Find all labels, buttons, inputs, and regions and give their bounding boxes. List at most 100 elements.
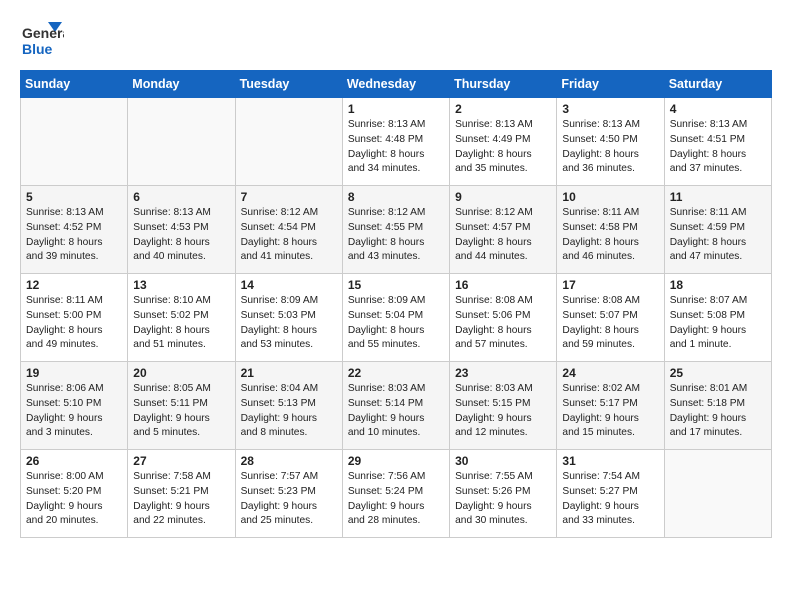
day-number: 28: [241, 454, 337, 468]
calendar-cell: [21, 98, 128, 186]
calendar-cell: 26 Sunrise: 8:00 AM Sunset: 5:20 PM Dayli…: [21, 450, 128, 538]
calendar-cell: 15 Sunrise: 8:09 AM Sunset: 5:04 PM Dayli…: [342, 274, 449, 362]
day-number: 1: [348, 102, 444, 116]
day-info: Sunrise: 8:11 AM Sunset: 5:00 PM Dayligh…: [26, 294, 122, 353]
day-info: Sunrise: 7:54 AM Sunset: 5:27 PM Dayligh…: [562, 470, 658, 529]
day-number: 4: [670, 102, 766, 116]
calendar-cell: 3 Sunrise: 8:13 AM Sunset: 4:50 PM Daylig…: [557, 98, 664, 186]
day-info: Sunrise: 8:10 AM Sunset: 5:02 PM Dayligh…: [133, 294, 229, 353]
day-number: 10: [562, 190, 658, 204]
calendar-cell: 5 Sunrise: 8:13 AM Sunset: 4:52 PM Daylig…: [21, 186, 128, 274]
calendar-cell: 14Sunrise: 8:09 AM Sunset: 5:03 PM Dayli…: [235, 274, 342, 362]
day-number: 29: [348, 454, 444, 468]
day-number: 6: [133, 190, 229, 204]
calendar-cell: [128, 98, 235, 186]
day-info: Sunrise: 8:13 AM Sunset: 4:52 PM Dayligh…: [26, 206, 122, 265]
weekday-header-sunday: Sunday: [21, 71, 128, 98]
day-number: 21: [241, 366, 337, 380]
day-number: 22: [348, 366, 444, 380]
calendar-cell: 24Sunrise: 8:02 AM Sunset: 5:17 PM Dayli…: [557, 362, 664, 450]
day-info: Sunrise: 8:11 AM Sunset: 4:59 PM Dayligh…: [670, 206, 766, 265]
day-number: 18: [670, 278, 766, 292]
calendar-cell: 10 Sunrise: 8:11 AM Sunset: 4:58 PM Dayli…: [557, 186, 664, 274]
day-info: Sunrise: 8:03 AM Sunset: 5:14 PM Dayligh…: [348, 382, 444, 441]
calendar-cell: 8Sunrise: 8:12 AM Sunset: 4:55 PM Daylig…: [342, 186, 449, 274]
day-number: 31: [562, 454, 658, 468]
day-number: 5: [26, 190, 122, 204]
calendar-cell: 12 Sunrise: 8:11 AM Sunset: 5:00 PM Dayli…: [21, 274, 128, 362]
day-info: Sunrise: 7:57 AM Sunset: 5:23 PM Dayligh…: [241, 470, 337, 529]
svg-text:General: General: [22, 25, 64, 41]
day-info: Sunrise: 8:12 AM Sunset: 4:54 PM Dayligh…: [241, 206, 337, 265]
day-number: 12: [26, 278, 122, 292]
day-number: 15: [348, 278, 444, 292]
day-info: Sunrise: 8:12 AM Sunset: 4:57 PM Dayligh…: [455, 206, 551, 265]
calendar-cell: 7 Sunrise: 8:12 AM Sunset: 4:54 PM Daylig…: [235, 186, 342, 274]
day-info: Sunrise: 8:13 AM Sunset: 4:51 PM Dayligh…: [670, 118, 766, 177]
day-number: 23: [455, 366, 551, 380]
day-info: Sunrise: 8:11 AM Sunset: 4:58 PM Dayligh…: [562, 206, 658, 265]
day-info: Sunrise: 8:02 AM Sunset: 5:17 PM Dayligh…: [562, 382, 658, 441]
day-info: Sunrise: 8:13 AM Sunset: 4:48 PM Dayligh…: [348, 118, 444, 177]
day-info: Sunrise: 8:03 AM Sunset: 5:15 PM Dayligh…: [455, 382, 551, 441]
calendar-cell: 23 Sunrise: 8:03 AM Sunset: 5:15 PM Dayli…: [450, 362, 557, 450]
day-number: 27: [133, 454, 229, 468]
calendar-cell: 6Sunrise: 8:13 AM Sunset: 4:53 PM Daylig…: [128, 186, 235, 274]
calendar-cell: [235, 98, 342, 186]
day-info: Sunrise: 8:09 AM Sunset: 5:03 PM Dayligh…: [241, 294, 337, 353]
calendar-cell: 16Sunrise: 8:08 AM Sunset: 5:06 PM Dayli…: [450, 274, 557, 362]
day-number: 8: [348, 190, 444, 204]
day-number: 19: [26, 366, 122, 380]
calendar-cell: 22 Sunrise: 8:03 AM Sunset: 5:14 PM Dayli…: [342, 362, 449, 450]
calendar-cell: 1 Sunrise: 8:13 AM Sunset: 4:48 PM Daylig…: [342, 98, 449, 186]
calendar-week-row: 12 Sunrise: 8:11 AM Sunset: 5:00 PM Dayli…: [21, 274, 772, 362]
day-number: 11: [670, 190, 766, 204]
page: GeneralBlue SundayMondayTuesdayWednesday…: [0, 0, 792, 554]
day-info: Sunrise: 8:00 AM Sunset: 5:20 PM Dayligh…: [26, 470, 122, 529]
calendar-cell: 17 Sunrise: 8:08 AM Sunset: 5:07 PM Dayli…: [557, 274, 664, 362]
calendar-cell: 11 Sunrise: 8:11 AM Sunset: 4:59 PM Dayli…: [664, 186, 771, 274]
calendar-week-row: 5 Sunrise: 8:13 AM Sunset: 4:52 PM Daylig…: [21, 186, 772, 274]
svg-text:Blue: Blue: [22, 41, 53, 57]
calendar-cell: 18Sunrise: 8:07 AM Sunset: 5:08 PM Dayli…: [664, 274, 771, 362]
day-number: 26: [26, 454, 122, 468]
day-number: 2: [455, 102, 551, 116]
day-number: 16: [455, 278, 551, 292]
day-number: 25: [670, 366, 766, 380]
day-info: Sunrise: 8:13 AM Sunset: 4:50 PM Dayligh…: [562, 118, 658, 177]
calendar-cell: 30Sunrise: 7:55 AM Sunset: 5:26 PM Dayli…: [450, 450, 557, 538]
day-info: Sunrise: 7:58 AM Sunset: 5:21 PM Dayligh…: [133, 470, 229, 529]
weekday-header-wednesday: Wednesday: [342, 71, 449, 98]
day-info: Sunrise: 8:08 AM Sunset: 5:07 PM Dayligh…: [562, 294, 658, 353]
day-info: Sunrise: 8:09 AM Sunset: 5:04 PM Dayligh…: [348, 294, 444, 353]
day-info: Sunrise: 7:55 AM Sunset: 5:26 PM Dayligh…: [455, 470, 551, 529]
day-number: 17: [562, 278, 658, 292]
calendar-cell: 28 Sunrise: 7:57 AM Sunset: 5:23 PM Dayli…: [235, 450, 342, 538]
day-number: 9: [455, 190, 551, 204]
calendar-cell: 19 Sunrise: 8:06 AM Sunset: 5:10 PM Dayli…: [21, 362, 128, 450]
day-number: 3: [562, 102, 658, 116]
calendar-cell: 25Sunrise: 8:01 AM Sunset: 5:18 PM Dayli…: [664, 362, 771, 450]
calendar-week-row: 26 Sunrise: 8:00 AM Sunset: 5:20 PM Dayli…: [21, 450, 772, 538]
calendar-cell: 2Sunrise: 8:13 AM Sunset: 4:49 PM Daylig…: [450, 98, 557, 186]
calendar-cell: 13Sunrise: 8:10 AM Sunset: 5:02 PM Dayli…: [128, 274, 235, 362]
header: GeneralBlue: [20, 16, 772, 60]
calendar-cell: 31 Sunrise: 7:54 AM Sunset: 5:27 PM Dayli…: [557, 450, 664, 538]
calendar-cell: 21 Sunrise: 8:04 AM Sunset: 5:13 PM Dayli…: [235, 362, 342, 450]
day-number: 20: [133, 366, 229, 380]
calendar-cell: 29 Sunrise: 7:56 AM Sunset: 5:24 PM Dayli…: [342, 450, 449, 538]
day-info: Sunrise: 8:05 AM Sunset: 5:11 PM Dayligh…: [133, 382, 229, 441]
weekday-header-monday: Monday: [128, 71, 235, 98]
weekday-header-saturday: Saturday: [664, 71, 771, 98]
day-number: 7: [241, 190, 337, 204]
weekday-header-friday: Friday: [557, 71, 664, 98]
calendar-cell: 9 Sunrise: 8:12 AM Sunset: 4:57 PM Daylig…: [450, 186, 557, 274]
calendar-cell: [664, 450, 771, 538]
day-info: Sunrise: 7:56 AM Sunset: 5:24 PM Dayligh…: [348, 470, 444, 529]
calendar-table: SundayMondayTuesdayWednesdayThursdayFrid…: [20, 70, 772, 538]
day-info: Sunrise: 8:04 AM Sunset: 5:13 PM Dayligh…: [241, 382, 337, 441]
weekday-header-tuesday: Tuesday: [235, 71, 342, 98]
day-info: Sunrise: 8:06 AM Sunset: 5:10 PM Dayligh…: [26, 382, 122, 441]
weekday-header-row: SundayMondayTuesdayWednesdayThursdayFrid…: [21, 71, 772, 98]
calendar-cell: 27 Sunrise: 7:58 AM Sunset: 5:21 PM Dayli…: [128, 450, 235, 538]
